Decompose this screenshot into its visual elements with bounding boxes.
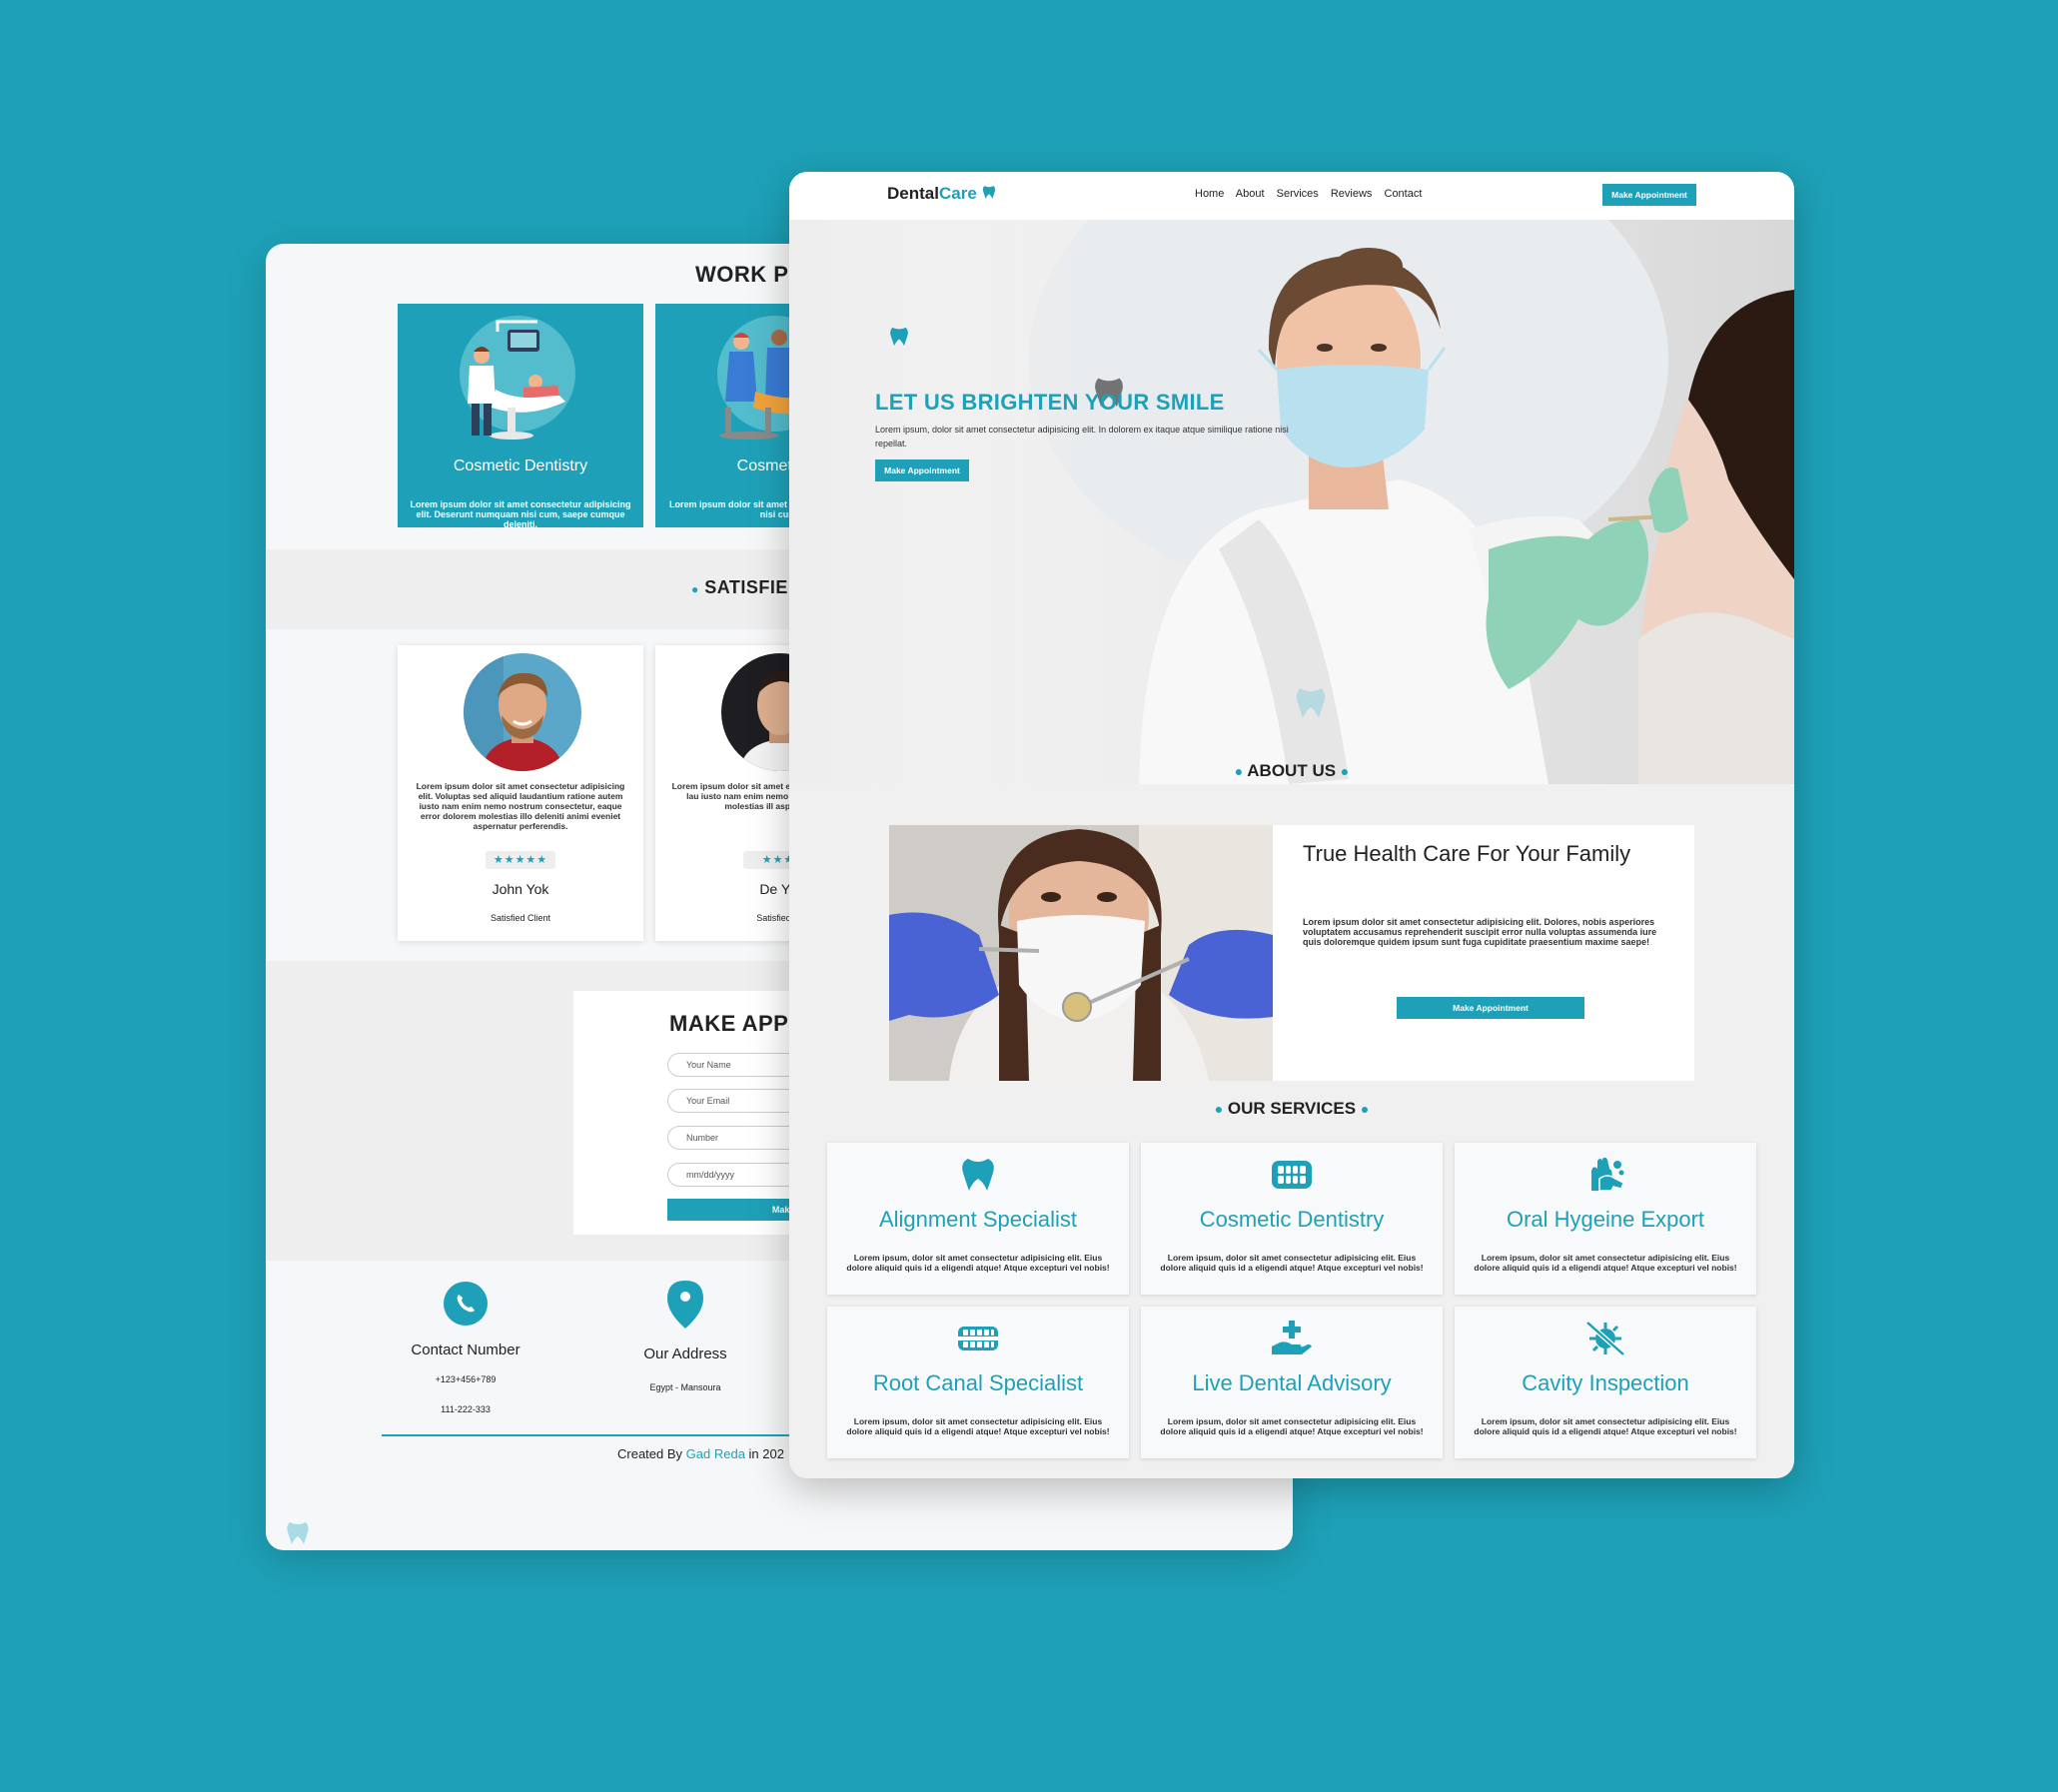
reviews-heading: ● SATISFIED — [691, 577, 802, 597]
address-label: Our Address — [643, 1345, 727, 1362]
appointment-heading: MAKE APPO — [669, 1011, 806, 1036]
service-title: Live Dental Advisory — [1192, 1370, 1392, 1395]
service-card[interactable]: Live Dental Advisory Lorem ipsum, dolor … — [1141, 1307, 1443, 1458]
hero-title: LET US BRIGHTEN YOUR SMILE — [875, 390, 1225, 415]
about-text: Lorem ipsum dolor sit amet consectetur a… — [1303, 917, 1657, 947]
footer-divider — [382, 1434, 801, 1436]
navbar: DentalCare Home About Services Reviews C… — [789, 172, 1794, 221]
tooth-icon — [1296, 688, 1326, 718]
services-heading: ● OUR SERVICES ● — [1214, 1099, 1370, 1118]
author-link[interactable]: Gad Reda — [686, 1446, 745, 1461]
service-card[interactable]: Alignment Specialist Lorem ipsum, dolor … — [827, 1143, 1129, 1295]
nav-home[interactable]: Home — [1195, 188, 1224, 200]
hero-dentist-photo — [789, 220, 1794, 784]
service-title: Cavity Inspection — [1522, 1370, 1689, 1395]
service-card[interactable]: Cavity Inspection Lorem ipsum, dolor sit… — [1455, 1307, 1756, 1458]
nav-about[interactable]: About — [1236, 188, 1265, 200]
about-title: True Health Care For Your Family — [1303, 841, 1631, 866]
hero-make-appointment-button[interactable]: Make Appointment — [875, 459, 969, 481]
service-text: Lorem ipsum, dolor sit amet consectetur … — [1474, 1253, 1737, 1273]
teeth-icon — [1272, 1161, 1312, 1189]
reviewer-name: John Yok — [492, 881, 549, 897]
brand-logo[interactable]: DentalCare — [887, 184, 996, 204]
service-text: Lorem ipsum, dolor sit amet consectetur … — [1474, 1416, 1737, 1436]
nav-services[interactable]: Services — [1277, 188, 1319, 200]
service-title: Cosmetic Dentistry — [1199, 1207, 1385, 1232]
contact-number-label: Contact Number — [411, 1342, 520, 1358]
tooth-icon — [287, 1522, 309, 1544]
phone-number: 111-222-333 — [441, 1404, 491, 1414]
service-card[interactable]: Cosmetic Dentistry Lorem ipsum, dolor si… — [1141, 1143, 1443, 1295]
service-title: Alignment Specialist — [878, 1207, 1078, 1232]
about-heading: ● ABOUT US ● — [1234, 761, 1350, 780]
hand-medical-icon — [1272, 1321, 1312, 1354]
hero-section: LET US BRIGHTEN YOUR SMILE Lorem ipsum, … — [789, 220, 1794, 784]
review-text: Lorem ipsum dolor sit amet consectetur a… — [416, 781, 625, 831]
service-text: Lorem ipsum, dolor sit amet consectetur … — [846, 1253, 1110, 1273]
reviewer-role: Satisfied Client — [490, 913, 551, 923]
teeth-brace-icon — [958, 1327, 998, 1350]
tooth-icon — [982, 186, 995, 199]
phone-number: +123+456+789 — [435, 1374, 497, 1384]
service-title: Oral Hygeine Export — [1506, 1207, 1705, 1232]
location-pin-icon — [667, 1281, 703, 1329]
service-text: Lorem ipsum, dolor sit amet consectetur … — [1160, 1416, 1424, 1436]
review-card: Lorem ipsum dolor sit amet consectetur a… — [398, 645, 643, 941]
nav-make-appointment-button[interactable]: Make Appointment — [1602, 184, 1696, 206]
about-dentist-photo — [889, 825, 1273, 1081]
nav-links: Home About Services Reviews Contact — [1195, 188, 1431, 200]
nav-reviews[interactable]: Reviews — [1331, 188, 1373, 200]
service-card[interactable]: Root Canal Specialist Lorem ipsum, dolor… — [827, 1307, 1129, 1458]
hand-wash-icon — [1591, 1157, 1624, 1192]
work-process-card: Cosmetic Dentistry Lorem ipsum dolor sit… — [398, 304, 643, 529]
nav-contact[interactable]: Contact — [1385, 188, 1423, 200]
tooth-icon — [890, 327, 908, 347]
star-rating: ★★★★★ — [486, 851, 555, 869]
phone-icon — [444, 1282, 488, 1326]
footer-credit: Created By Gad Reda in 202 — [617, 1446, 784, 1461]
service-card[interactable]: Oral Hygeine Export Lorem ipsum, dolor s… — [1455, 1143, 1756, 1295]
address-value: Egypt - Mansoura — [649, 1382, 721, 1392]
contact-number-block: Contact Number +123+456+789 111-222-333 — [386, 1281, 545, 1414]
tooth-icon — [962, 1159, 994, 1191]
avatar — [464, 653, 581, 771]
virus-slash-icon — [1585, 1321, 1625, 1356]
work-process-card-text: Lorem ipsum dolor sit amet consectetur a… — [410, 499, 631, 529]
about-make-appointment-button[interactable]: Make Appointment — [1397, 997, 1584, 1019]
front-page-window: DentalCare Home About Services Reviews C… — [789, 172, 1794, 1478]
dentist-illustration — [460, 316, 575, 440]
service-text: Lorem ipsum, dolor sit amet consectetur … — [846, 1416, 1110, 1436]
service-title: Root Canal Specialist — [872, 1370, 1084, 1395]
service-text: Lorem ipsum, dolor sit amet consectetur … — [1160, 1253, 1424, 1273]
hero-text: Lorem ipsum, dolor sit amet consectetur … — [875, 425, 1289, 448]
address-block: Our Address Egypt - Mansoura — [615, 1279, 755, 1392]
work-process-card-title: Cosmetic Dentistry — [453, 457, 588, 474]
about-section: True Health Care For Your Family Lorem i… — [889, 825, 1694, 1081]
